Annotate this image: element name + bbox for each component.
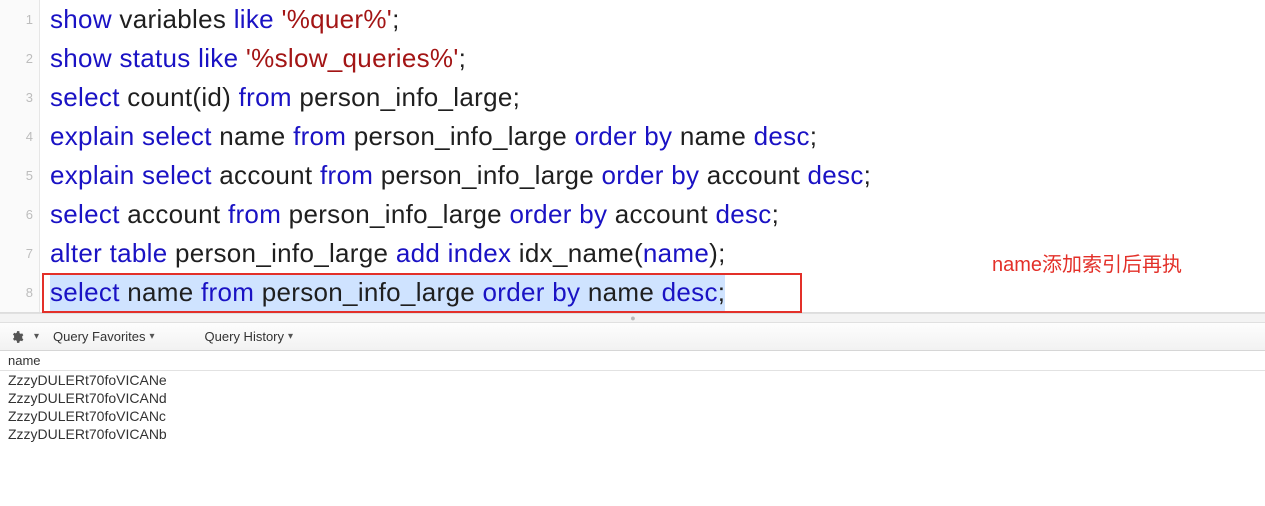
grip-icon: ● <box>630 313 634 323</box>
line-number: 4 <box>0 117 40 156</box>
code-content[interactable]: explain select account from person_info_… <box>40 156 871 195</box>
code-content[interactable]: show variables like '%quer%'; <box>40 0 400 39</box>
pane-resize-handle[interactable]: ● <box>0 313 1265 323</box>
chevron-down-icon: ▾ <box>150 331 155 342</box>
results-grid[interactable]: ZzzyDULERt70foVICANeZzzyDULERt70foVICANd… <box>0 371 1265 443</box>
code-line[interactable]: 6select account from person_info_large o… <box>0 195 1265 234</box>
line-number: 5 <box>0 156 40 195</box>
line-number: 8 <box>0 273 40 312</box>
chevron-down-icon[interactable]: ▾ <box>34 331 39 342</box>
code-content[interactable]: show status like '%slow_queries%'; <box>40 39 466 78</box>
annotation-text: name添加索引后再执 <box>992 248 1182 277</box>
code-content[interactable]: explain select name from person_info_lar… <box>40 117 817 156</box>
line-number: 1 <box>0 0 40 39</box>
code-line[interactable]: 3select count(id) from person_info_large… <box>0 78 1265 117</box>
code-content[interactable]: select name from person_info_large order… <box>40 273 725 312</box>
chevron-down-icon: ▾ <box>288 331 293 342</box>
result-row[interactable]: ZzzyDULERt70foVICANe <box>0 371 1265 389</box>
query-history-label: Query History <box>205 329 284 344</box>
selection-highlight: select name from person_info_large order… <box>50 273 725 312</box>
sql-editor[interactable]: 1show variables like '%quer%';2show stat… <box>0 0 1265 313</box>
code-line[interactable]: 5explain select account from person_info… <box>0 156 1265 195</box>
query-history-button[interactable]: Query History ▾ <box>199 327 300 346</box>
code-line[interactable]: 8 select name from person_info_large orde… <box>0 273 1265 312</box>
results-column-header[interactable]: name <box>0 351 1265 371</box>
line-number: 3 <box>0 78 40 117</box>
code-content[interactable]: select account from person_info_large or… <box>40 195 779 234</box>
query-favorites-button[interactable]: Query Favorites ▾ <box>47 327 161 346</box>
result-row[interactable]: ZzzyDULERt70foVICANc <box>0 407 1265 425</box>
line-number: 6 <box>0 195 40 234</box>
code-content[interactable]: alter table person_info_large add index … <box>40 234 726 273</box>
results-toolbar: ▾ Query Favorites ▾ Query History ▾ <box>0 323 1265 351</box>
line-number: 7 <box>0 234 40 273</box>
code-line[interactable]: 2show status like '%slow_queries%'; <box>0 39 1265 78</box>
gear-icon[interactable] <box>8 328 26 346</box>
code-line[interactable]: 1show variables like '%quer%'; <box>0 0 1265 39</box>
result-row[interactable]: ZzzyDULERt70foVICANb <box>0 425 1265 443</box>
query-favorites-label: Query Favorites <box>53 329 145 344</box>
result-row[interactable]: ZzzyDULERt70foVICANd <box>0 389 1265 407</box>
code-content[interactable]: select count(id) from person_info_large; <box>40 78 520 117</box>
code-line[interactable]: 4explain select name from person_info_la… <box>0 117 1265 156</box>
line-number: 2 <box>0 39 40 78</box>
